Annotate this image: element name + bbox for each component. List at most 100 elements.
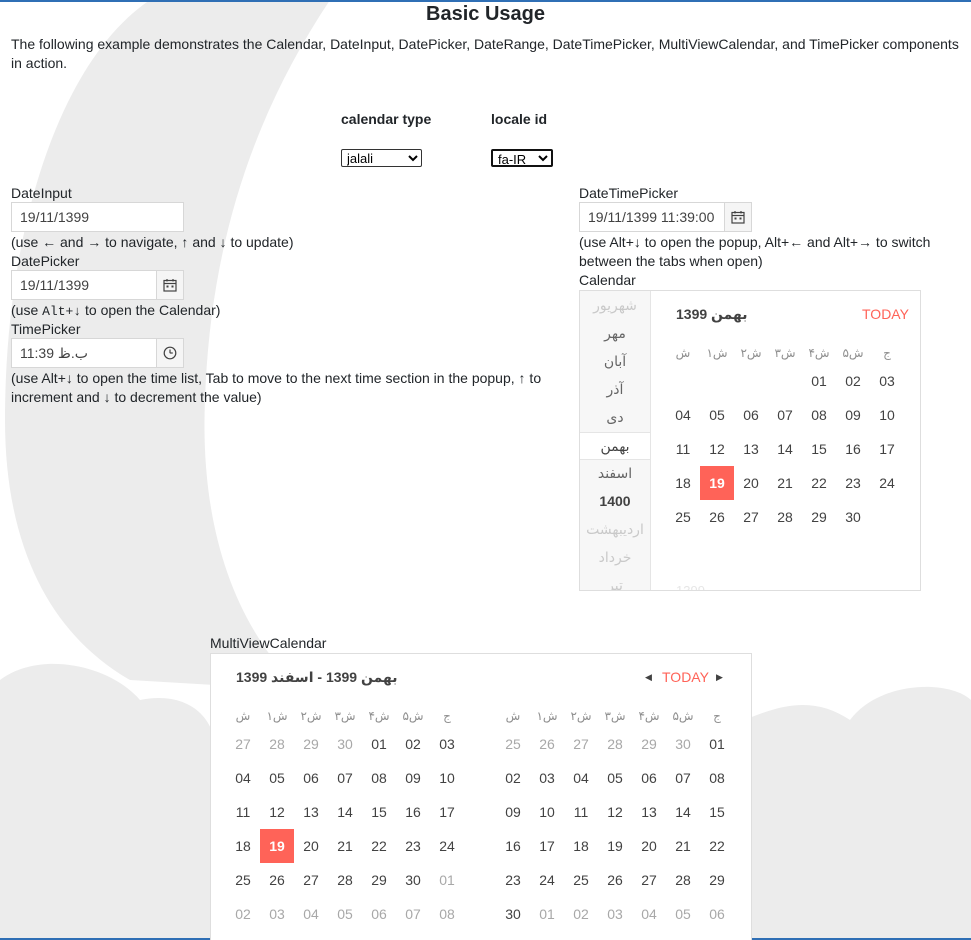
calendar-day[interactable]: 08 bbox=[430, 897, 464, 931]
calendar-day[interactable]: 19 bbox=[700, 466, 734, 500]
prev-arrow-icon[interactable]: ◀ bbox=[645, 672, 652, 683]
calendar-day[interactable]: 09 bbox=[396, 761, 430, 795]
calendar-day[interactable]: 20 bbox=[632, 829, 666, 863]
datetimepicker-toggle-button[interactable] bbox=[724, 202, 752, 232]
calendar-today-button[interactable]: TODAY bbox=[862, 306, 909, 322]
calendar-day[interactable]: 12 bbox=[700, 432, 734, 466]
calendar-day[interactable]: 18 bbox=[666, 466, 700, 500]
calendar-day[interactable]: 05 bbox=[700, 398, 734, 432]
calendar-day[interactable]: 02 bbox=[564, 897, 598, 931]
calendar-day[interactable]: 28 bbox=[328, 863, 362, 897]
calendar-day[interactable]: 22 bbox=[700, 829, 734, 863]
calendar-day[interactable]: 29 bbox=[632, 727, 666, 761]
datepicker-toggle-button[interactable] bbox=[156, 270, 184, 300]
calendar-day[interactable]: 23 bbox=[396, 829, 430, 863]
calendar-day[interactable]: 04 bbox=[294, 897, 328, 931]
calendar-day[interactable]: 05 bbox=[328, 897, 362, 931]
calendar-day[interactable]: 21 bbox=[666, 829, 700, 863]
timepicker-field[interactable]: 11:39 ب.ظ bbox=[11, 338, 157, 368]
calendar-day[interactable]: 03 bbox=[870, 364, 904, 398]
calendar-day[interactable]: 06 bbox=[734, 398, 768, 432]
calendar-day[interactable]: 29 bbox=[294, 727, 328, 761]
calendar-day[interactable]: 06 bbox=[700, 897, 734, 931]
calendar-day[interactable]: 15 bbox=[802, 432, 836, 466]
calendar-day[interactable]: 30 bbox=[666, 727, 700, 761]
calendar-day[interactable]: 24 bbox=[430, 829, 464, 863]
calendar-day[interactable]: 05 bbox=[260, 761, 294, 795]
calendar-day[interactable]: 13 bbox=[734, 432, 768, 466]
calendar-day[interactable]: 01 bbox=[362, 727, 396, 761]
calendar-day[interactable]: 25 bbox=[226, 863, 260, 897]
calendar-day[interactable]: 19 bbox=[598, 829, 632, 863]
calendar-day[interactable]: 28 bbox=[768, 500, 802, 534]
calendar-day[interactable]: 23 bbox=[496, 863, 530, 897]
calendar-day[interactable]: 27 bbox=[226, 727, 260, 761]
calendar-day[interactable]: 14 bbox=[328, 795, 362, 829]
multiview-today-button[interactable]: TODAY bbox=[662, 669, 709, 685]
calendar-day[interactable]: 18 bbox=[564, 829, 598, 863]
calendar-day[interactable]: 07 bbox=[666, 761, 700, 795]
calendar-day[interactable]: 02 bbox=[836, 364, 870, 398]
calendar-day[interactable]: 25 bbox=[564, 863, 598, 897]
calendar-day[interactable]: 28 bbox=[666, 863, 700, 897]
calendar-nav-item[interactable]: اردیبهشت bbox=[580, 516, 650, 542]
calendar-day[interactable]: 24 bbox=[870, 466, 904, 500]
calendar-day[interactable]: 23 bbox=[836, 466, 870, 500]
calendar-day[interactable]: 24 bbox=[530, 863, 564, 897]
calendar-day[interactable]: 21 bbox=[328, 829, 362, 863]
calendar-day[interactable]: 02 bbox=[396, 727, 430, 761]
datepicker-field[interactable]: 19/11/1399 bbox=[11, 270, 157, 300]
calendar-day[interactable]: 12 bbox=[598, 795, 632, 829]
calendar-day[interactable]: 07 bbox=[328, 761, 362, 795]
calendar-day[interactable]: 10 bbox=[430, 761, 464, 795]
calendar-day[interactable]: 01 bbox=[530, 897, 564, 931]
calendar-day[interactable]: 07 bbox=[396, 897, 430, 931]
calendar-day[interactable]: 17 bbox=[530, 829, 564, 863]
calendar-day[interactable]: 03 bbox=[530, 761, 564, 795]
calendar-day[interactable]: 29 bbox=[802, 500, 836, 534]
calendar-day[interactable]: 01 bbox=[802, 364, 836, 398]
calendar-day[interactable]: 30 bbox=[496, 897, 530, 931]
calendar-day[interactable]: 17 bbox=[870, 432, 904, 466]
calendar-day[interactable]: 07 bbox=[768, 398, 802, 432]
calendar-day[interactable]: 08 bbox=[700, 761, 734, 795]
calendar-day[interactable]: 27 bbox=[294, 863, 328, 897]
calendar-nav-item[interactable]: تیر bbox=[580, 572, 650, 590]
calendar-day[interactable]: 26 bbox=[598, 863, 632, 897]
calendar-title[interactable]: بهمن 1399 bbox=[676, 306, 748, 323]
calendar-day[interactable]: 01 bbox=[700, 727, 734, 761]
datetimepicker-field[interactable]: 19/11/1399 11:39:00 bbox=[579, 202, 725, 232]
calendar-nav-item[interactable]: اسفند bbox=[580, 460, 650, 486]
calendar-day[interactable]: 27 bbox=[632, 863, 666, 897]
calendar-nav-item[interactable]: شهریور bbox=[580, 292, 650, 318]
dateinput-field[interactable]: 19/11/1399 bbox=[11, 202, 184, 232]
calendar-day[interactable]: 03 bbox=[260, 897, 294, 931]
calendar-day[interactable]: 05 bbox=[666, 897, 700, 931]
calendar-day[interactable]: 28 bbox=[260, 727, 294, 761]
locale-id-select[interactable]: fa-IR bbox=[491, 149, 553, 167]
calendar-day[interactable]: 13 bbox=[632, 795, 666, 829]
calendar-day[interactable]: 04 bbox=[226, 761, 260, 795]
calendar-nav-item[interactable]: مهر bbox=[580, 320, 650, 346]
calendar-day[interactable]: 25 bbox=[666, 500, 700, 534]
calendar-day[interactable]: 19 bbox=[260, 829, 294, 863]
calendar-nav-item[interactable]: دی bbox=[580, 404, 650, 430]
calendar-day[interactable]: 03 bbox=[430, 727, 464, 761]
calendar-day[interactable]: 04 bbox=[632, 897, 666, 931]
next-arrow-icon[interactable]: ▶ bbox=[716, 672, 723, 683]
calendar-day[interactable]: 06 bbox=[362, 897, 396, 931]
calendar-day[interactable]: 08 bbox=[362, 761, 396, 795]
calendar-day[interactable]: 26 bbox=[530, 727, 564, 761]
calendar-day[interactable]: 17 bbox=[430, 795, 464, 829]
calendar-day[interactable]: 29 bbox=[700, 863, 734, 897]
calendar-day[interactable]: 03 bbox=[598, 897, 632, 931]
calendar-day[interactable]: 09 bbox=[496, 795, 530, 829]
calendar-day[interactable]: 21 bbox=[768, 466, 802, 500]
multiview-title[interactable]: بهمن 1399 - اسفند 1399 bbox=[236, 669, 397, 686]
calendar-day[interactable]: 01 bbox=[430, 863, 464, 897]
calendar-day[interactable]: 22 bbox=[802, 466, 836, 500]
calendar-day[interactable]: 27 bbox=[564, 727, 598, 761]
calendar-nav-item[interactable]: آبان bbox=[580, 348, 650, 374]
calendar-day[interactable]: 18 bbox=[226, 829, 260, 863]
calendar-day[interactable]: 28 bbox=[598, 727, 632, 761]
